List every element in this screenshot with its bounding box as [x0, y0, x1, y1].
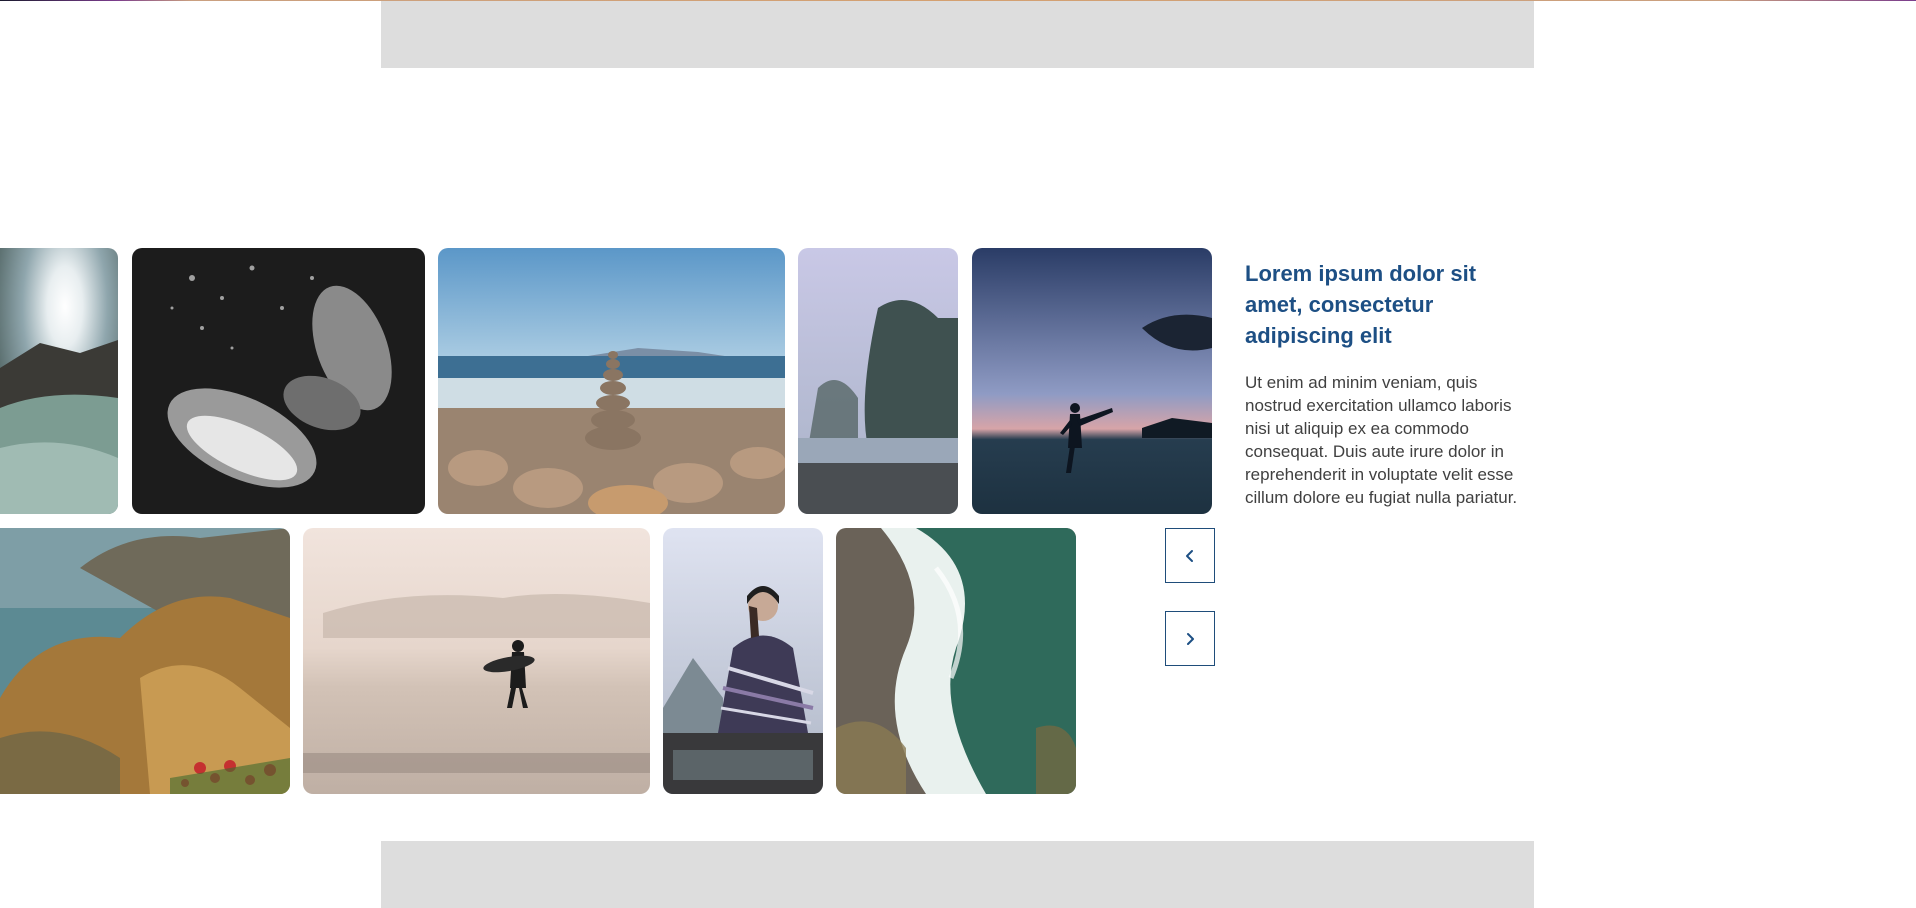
page: Lorem ipsum dolor sit amet, consectetur … [0, 0, 1916, 908]
content-panel: Lorem ipsum dolor sit amet, consectetur … [1245, 258, 1520, 509]
gallery-image-penguins[interactable] [132, 248, 425, 514]
carousel-next-button[interactable] [1165, 611, 1215, 666]
chevron-left-icon [1186, 549, 1193, 562]
content-body: Ut enim ad minim veniam, quis nostrud ex… [1245, 373, 1518, 507]
gallery-image-aerial-waves[interactable] [836, 528, 1076, 794]
gallery-image-misty-trees[interactable] [798, 248, 958, 514]
gallery-image-blanket-on-car[interactable] [663, 528, 823, 794]
gallery-image-coastal-cliffs[interactable] [0, 528, 290, 794]
gallery-image-surfer-foggy-beach[interactable] [303, 528, 650, 794]
gallery-image-wave-splash[interactable] [0, 248, 118, 514]
bottom-placeholder-block [381, 841, 1534, 908]
chevron-right-icon [1187, 632, 1194, 645]
gallery-image-stone-cairn[interactable] [438, 248, 785, 514]
carousel-prev-button[interactable] [1165, 528, 1215, 583]
gallery-image-beach-kick-silhouette[interactable] [972, 248, 1212, 514]
content-heading: Lorem ipsum dolor sit amet, consectetur … [1245, 261, 1477, 348]
top-placeholder-block [381, 1, 1534, 68]
